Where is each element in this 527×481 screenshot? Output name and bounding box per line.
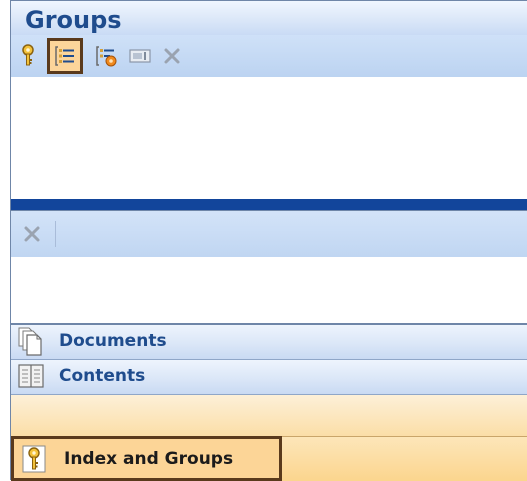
groups-header: Groups: [11, 1, 527, 35]
toolbar-separator: [55, 221, 56, 247]
nav-documents-label: Documents: [59, 331, 167, 351]
groups-toolbar: [11, 35, 527, 77]
nav-contents[interactable]: Contents: [11, 359, 527, 394]
contents-book-icon: [15, 360, 47, 392]
delete-icon: [164, 48, 180, 64]
groups-panel: Groups Documents Contents Index and Grou…: [10, 0, 527, 481]
list-view-button[interactable]: [47, 38, 83, 74]
rename-icon: [129, 49, 151, 63]
key-icon: [18, 443, 50, 475]
key-icon: [22, 44, 34, 66]
items-toolbar: [11, 211, 527, 257]
delete-item-button[interactable]: [17, 219, 47, 249]
nav-index-and-groups[interactable]: Index and Groups: [11, 436, 282, 481]
key-button[interactable]: [13, 41, 43, 71]
group-items-pane[interactable]: [11, 257, 527, 324]
nav-index-groups-label: Index and Groups: [64, 448, 234, 469]
panel-title: Groups: [25, 6, 122, 34]
nav-documents[interactable]: Documents: [11, 323, 527, 359]
nav-contents-label: Contents: [59, 366, 146, 386]
nav-index-groups-row: [11, 394, 527, 436]
pane-splitter[interactable]: [11, 199, 527, 211]
groups-list-pane[interactable]: [11, 77, 527, 199]
delete-button[interactable]: [157, 41, 187, 71]
list-settings-icon: [96, 46, 117, 67]
rename-button[interactable]: [125, 41, 155, 71]
documents-icon: [15, 325, 47, 357]
list-settings-button[interactable]: [91, 41, 121, 71]
delete-icon: [24, 226, 40, 242]
list-view-icon: [55, 46, 74, 66]
